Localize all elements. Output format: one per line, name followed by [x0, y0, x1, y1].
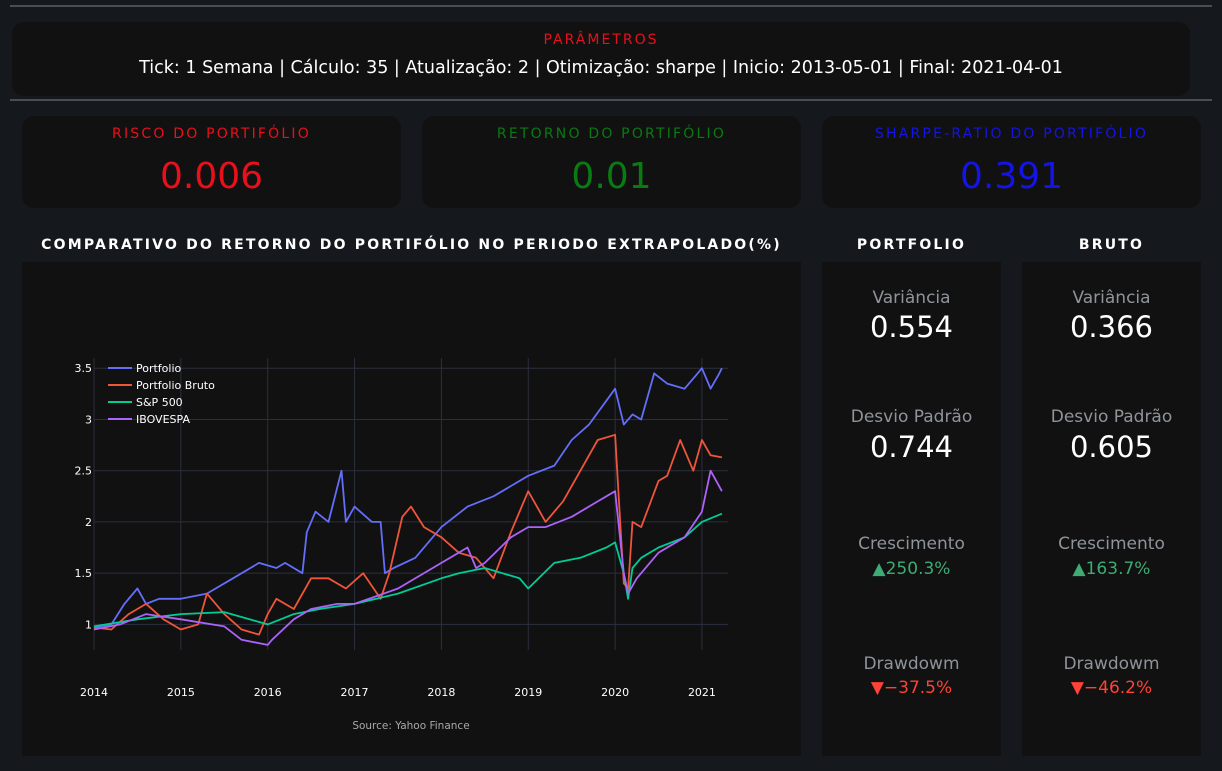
risk-label: RISCO DO PORTIFÓLIO	[112, 126, 311, 142]
return-label: RETORNO DO PORTIFÓLIO	[496, 126, 727, 142]
bruto-section-title: BRUTO	[1078, 237, 1145, 253]
portfolio-drawdown-value: ▼−37.5%	[870, 678, 953, 698]
series-line-s-p-500	[93, 512, 723, 628]
bruto-std-value: 0.605	[1069, 430, 1154, 464]
legend-label: IBOVESPA	[136, 413, 190, 426]
y-tick-label: 2.5	[75, 465, 93, 478]
sharpe-card: SHARPE-RATIO DO PORTIFÓLIO 0.391	[822, 116, 1201, 208]
bruto-growth-label: Crescimento	[1058, 534, 1165, 554]
portfolio-growth-value: ▲250.3%	[872, 559, 951, 579]
chart-legend: Portfolio Portfolio Bruto S&P 500 IBOVESPA	[108, 362, 215, 426]
chart-lines	[93, 367, 723, 646]
chart-grid	[93, 358, 728, 650]
portfolio-variance-value: 0.554	[869, 310, 954, 344]
x-tick-label: 2016	[254, 686, 282, 699]
return-card: RETORNO DO PORTIFÓLIO 0.01	[422, 116, 801, 208]
portfolio-std-value: 0.744	[869, 430, 954, 464]
x-tick-label: 2017	[341, 686, 369, 699]
x-tick-label: 2018	[427, 686, 455, 699]
x-tick-label: 2020	[601, 686, 629, 699]
x-tick-label: 2015	[167, 686, 195, 699]
parameters-summary: Tick: 1 Semana | Cálculo: 35 | Atualizaç…	[139, 58, 1063, 78]
portfolio-stats-card: Variância 0.554 Desvio Padrão 0.744 Cres…	[822, 262, 1001, 756]
parameters-title: PARÂMETROS	[543, 32, 659, 48]
chart-section-title: COMPARATIVO DO RETORNO DO PORTIFÓLIO NO …	[41, 237, 782, 253]
sharpe-label: SHARPE-RATIO DO PORTIFÓLIO	[874, 126, 1149, 142]
return-value: 0.01	[571, 156, 652, 197]
series-line-ibovespa	[93, 469, 723, 646]
portfolio-std-label: Desvio Padrão	[850, 407, 973, 427]
portfolio-variance-label: Variância	[872, 288, 951, 308]
risk-value: 0.006	[159, 156, 264, 197]
legend-label: S&P 500	[136, 396, 183, 409]
chart-source-note: Source: Yahoo Finance	[352, 720, 469, 732]
y-tick-label: 3.5	[75, 362, 93, 375]
portfolio-drawdown-label: Drawdowm	[863, 654, 960, 674]
x-tick-label: 2021	[688, 686, 716, 699]
risk-card: RISCO DO PORTIFÓLIO 0.006	[22, 116, 401, 208]
sharpe-value: 0.391	[959, 156, 1064, 197]
bruto-stats-card: Variância 0.366 Desvio Padrão 0.605 Cres…	[1022, 262, 1201, 756]
legend-label: Portfolio	[136, 362, 182, 375]
y-tick-label: 3	[85, 413, 92, 426]
y-tick-label: 1	[85, 618, 92, 631]
top-divider	[10, 5, 1212, 7]
portfolio-growth-label: Crescimento	[858, 534, 965, 554]
x-tick-label: 2014	[80, 686, 108, 699]
y-tick-label: 2	[85, 516, 92, 529]
bruto-variance-value: 0.366	[1069, 310, 1154, 344]
bruto-drawdown-label: Drawdowm	[1063, 654, 1160, 674]
bruto-variance-label: Variância	[1072, 288, 1151, 308]
y-tick-label: 1.5	[75, 567, 93, 580]
bruto-drawdown-value: ▼−46.2%	[1070, 678, 1153, 698]
x-tick-label: 2019	[514, 686, 542, 699]
middle-divider	[10, 99, 1212, 101]
portfolio-section-title: PORTFOLIO	[856, 237, 967, 253]
bruto-growth-value: ▲163.7%	[1072, 559, 1151, 579]
returns-line-chart[interactable]: 1 1.5 2 2.5 3 3.5 2014 2015 2016 2017 2018 2019 2020…	[22, 262, 801, 756]
bruto-std-label: Desvio Padrão	[1050, 407, 1173, 427]
legend-label: Portfolio Bruto	[136, 379, 215, 392]
parameters-card: PARÂMETROS Tick: 1 Semana | Cálculo: 35 …	[12, 22, 1190, 96]
series-line-portfolio-bruto	[93, 433, 723, 636]
returns-chart-card: 1 1.5 2 2.5 3 3.5 2014 2015 2016 2017 2018 2019 2020…	[22, 262, 801, 756]
